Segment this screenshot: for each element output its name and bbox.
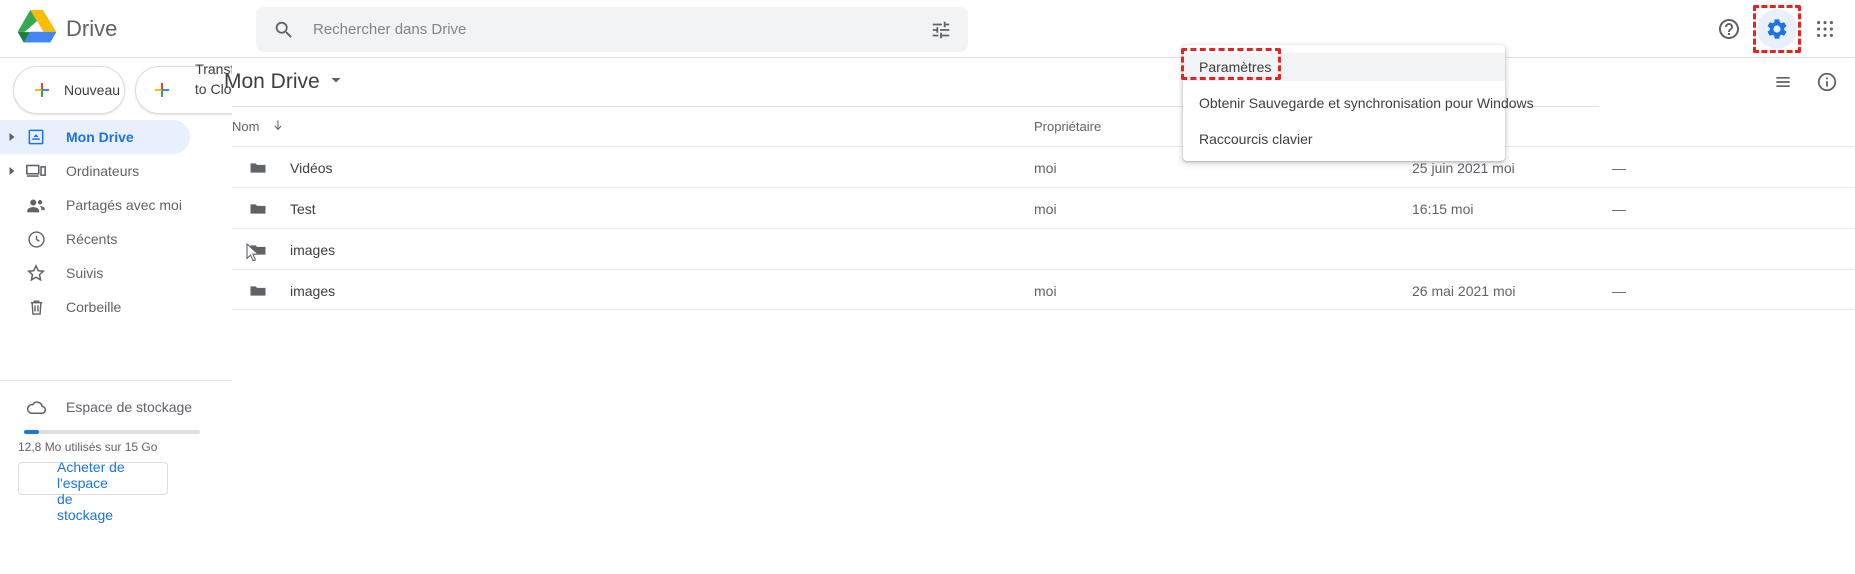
table-header-row: Nom Propriétaire	[232, 106, 1855, 146]
menu-item-label: Paramètres	[1199, 59, 1272, 75]
row-name-label: Test	[290, 200, 316, 217]
storage-progress-fill	[24, 430, 39, 434]
computers-icon	[24, 159, 48, 183]
folder-icon	[250, 285, 266, 296]
sidebar-item-label: Récents	[66, 231, 118, 247]
table-row[interactable]: images	[232, 228, 1855, 269]
row-owner-cell: moi	[1034, 159, 1057, 176]
main-header: Mon Drive	[224, 58, 1855, 106]
buy-storage-label: Acheter de l'espace de stockage	[57, 459, 125, 523]
sidebar-item-suivis[interactable]: Suivis	[0, 256, 190, 290]
sidebar-item-label: Ordinateurs	[66, 163, 140, 179]
expand-caret-icon[interactable]	[0, 132, 24, 142]
settings-dropdown-menu: Paramètres Obtenir Sauvegarde et synchro…	[1181, 45, 1534, 161]
list-view-button[interactable]	[1763, 62, 1803, 102]
sidebar-item-recents[interactable]: Récents	[0, 222, 190, 256]
row-owner-cell: moi	[1034, 200, 1057, 217]
expand-caret-icon[interactable]	[0, 166, 24, 176]
folder-icon	[250, 162, 266, 173]
row-name-cell: images	[248, 229, 335, 270]
top-right-actions	[1709, 0, 1845, 57]
sidebar: Nouveau Transfer to Cloud Mon Drive Ordi…	[0, 58, 255, 574]
sidebar-item-label: Corbeille	[66, 299, 122, 315]
row-size-cell: —	[1612, 282, 1626, 299]
menu-item-raccourcis-clavier[interactable]: Raccourcis clavier	[1183, 125, 1505, 153]
search-icon	[275, 21, 292, 38]
shared-icon	[24, 193, 48, 217]
brand-title: Drive	[66, 15, 118, 41]
storage-label: Espace de stockage	[66, 399, 193, 415]
help-circle-icon	[1719, 18, 1739, 39]
main-content: Mon Drive Nom Propriétaire Vidéos moi 25…	[224, 58, 1855, 574]
trash-icon	[24, 295, 48, 319]
menu-item-label: Raccourcis clavier	[1199, 131, 1313, 147]
plus-icon	[35, 83, 49, 97]
row-size-cell: —	[1612, 159, 1626, 176]
column-header-name-label: Nom	[232, 118, 260, 134]
plus-icon	[155, 83, 169, 97]
folder-icon	[250, 203, 266, 214]
sidebar-item-storage[interactable]: Espace de stockage	[0, 390, 192, 424]
sidebar-item-ordinateurs[interactable]: Ordinateurs	[0, 154, 190, 188]
sidebar-item-label: Mon Drive	[66, 129, 134, 145]
arrow-down-icon	[271, 118, 285, 135]
info-circle-icon	[1817, 72, 1837, 92]
google-drive-logo	[17, 10, 57, 43]
row-owner-cell: moi	[1034, 282, 1057, 299]
chevron-down-icon[interactable]	[330, 73, 342, 91]
storage-usage-text: 12,8 Mo utilisés sur 15 Go	[18, 440, 158, 454]
star-icon	[24, 261, 48, 285]
new-button[interactable]: Nouveau	[13, 66, 125, 114]
folder-icon	[250, 244, 266, 255]
main-header-actions	[1763, 62, 1847, 102]
help-button[interactable]	[1709, 9, 1749, 49]
row-name-label: images	[290, 282, 336, 299]
top-app-bar: Drive	[0, 0, 1855, 57]
row-name-label: Vidéos	[290, 159, 333, 176]
list-view-icon	[1776, 77, 1790, 87]
search-bar[interactable]	[256, 7, 968, 52]
sidebar-item-corbeille[interactable]: Corbeille	[0, 290, 190, 324]
breadcrumb-label: Mon Drive	[224, 70, 320, 93]
sidebar-item-label: Suivis	[66, 265, 104, 281]
my-drive-icon	[24, 125, 48, 149]
apps-grid-icon	[1817, 20, 1833, 37]
gear-icon	[1767, 18, 1787, 39]
search-options-button[interactable]	[930, 19, 952, 41]
menu-item-parametres[interactable]: Paramètres	[1181, 48, 1505, 81]
row-name-cell: Vidéos	[248, 147, 333, 188]
table-row[interactable]: Test moi 16:15 moi —	[232, 187, 1855, 228]
sidebar-item-label: Partagés avec moi	[66, 197, 182, 213]
row-name-cell: Test	[248, 188, 316, 229]
menu-item-label: Obtenir Sauvegarde et synchronisation po…	[1199, 95, 1534, 111]
row-name-cell: images	[248, 270, 335, 311]
row-modified-cell: 16:15 moi	[1412, 200, 1474, 217]
tune-options-icon	[932, 21, 950, 38]
file-table: Nom Propriétaire Vidéos moi 25 juin 2021…	[232, 106, 1855, 310]
row-name-label: images	[290, 241, 336, 258]
sidebar-item-partages-avec-moi[interactable]: Partagés avec moi	[0, 188, 190, 222]
column-header-owner[interactable]: Propriétaire	[1034, 119, 1101, 134]
table-row[interactable]: Vidéos moi 25 juin 2021 moi —	[232, 146, 1855, 187]
table-row[interactable]: images moi 26 mai 2021 moi —	[232, 269, 1855, 310]
storage-progress-bar	[24, 430, 200, 434]
buy-storage-button[interactable]: Acheter de l'espace de stockage	[18, 459, 168, 523]
search-input[interactable]	[311, 20, 930, 39]
settings-button[interactable]	[1753, 4, 1801, 53]
brand[interactable]: Drive	[16, 10, 216, 47]
sidebar-nav: Mon Drive Ordinateurs Partagés avec moi …	[0, 120, 232, 324]
details-button[interactable]	[1807, 62, 1847, 102]
row-size-cell: —	[1612, 200, 1626, 217]
menu-item-backup-sync[interactable]: Obtenir Sauvegarde et synchronisation po…	[1183, 89, 1534, 117]
new-button-label: Nouveau	[64, 82, 121, 98]
clock-icon	[24, 227, 48, 251]
row-modified-cell: 26 mai 2021 moi	[1412, 282, 1516, 299]
sidebar-item-mon-drive[interactable]: Mon Drive	[0, 120, 190, 154]
sidebar-divider	[0, 380, 232, 381]
cloud-icon	[24, 395, 48, 419]
breadcrumb[interactable]: Mon Drive	[224, 70, 342, 94]
column-header-name[interactable]: Nom	[232, 118, 285, 135]
google-apps-button[interactable]	[1805, 9, 1845, 49]
